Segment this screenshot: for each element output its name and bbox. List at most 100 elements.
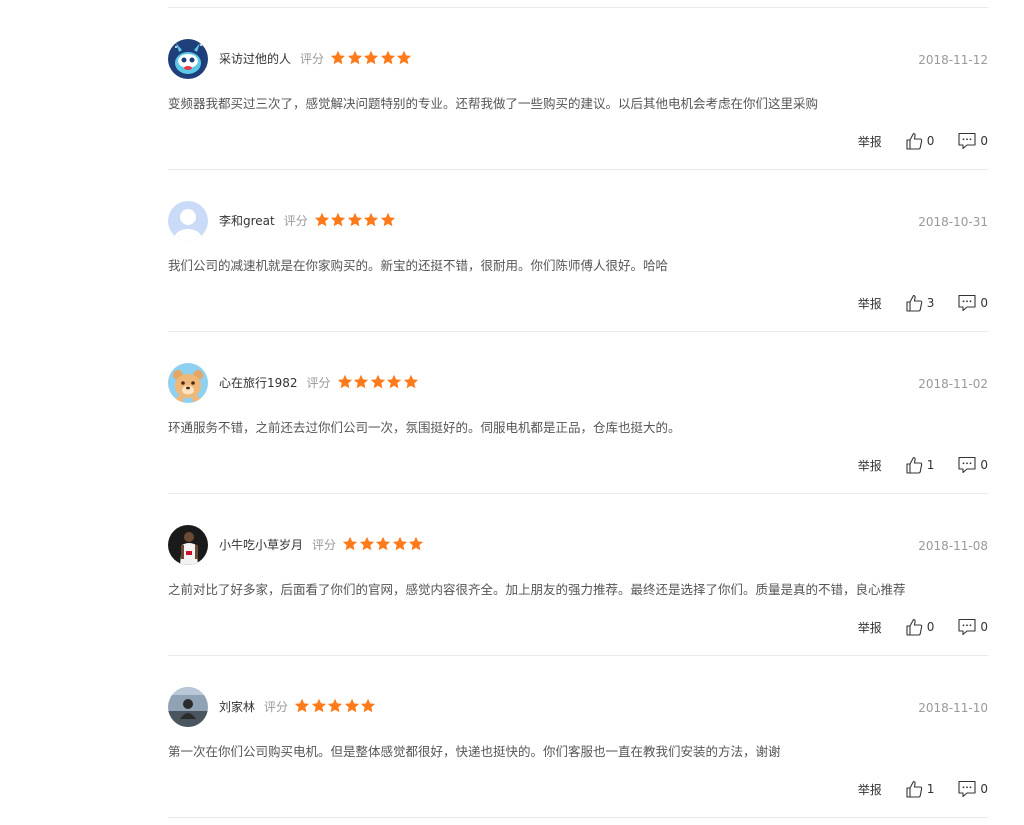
like-button[interactable]: 1 — [901, 780, 935, 798]
user-avatar[interactable] — [168, 363, 208, 403]
like-count: 0 — [926, 134, 935, 148]
report-button[interactable]: 举报 — [858, 619, 882, 636]
review-item: 心在旅行1982 评分 2018-11-02 环通服务不错，之前还去过你们公司一次，氛… — [168, 332, 988, 494]
score-label: 评分 — [283, 214, 308, 228]
user-name[interactable]: 采访过他的人 — [219, 50, 291, 67]
star-icon — [337, 374, 352, 389]
user-name[interactable]: 小牛吃小草岁月 — [219, 536, 303, 553]
rating-stars — [337, 374, 420, 390]
star-icon — [392, 536, 407, 551]
report-button[interactable]: 举报 — [858, 295, 882, 312]
rating-stars — [314, 212, 397, 228]
user-avatar[interactable] — [168, 39, 208, 79]
user-name[interactable]: 李和great — [219, 212, 275, 229]
star-icon — [380, 212, 395, 227]
like-count: 0 — [926, 620, 935, 634]
like-button[interactable]: 3 — [901, 294, 935, 312]
star-icon — [294, 698, 310, 713]
reply-count: 0 — [980, 782, 988, 796]
rating-stars — [342, 536, 425, 552]
review-date: 2018-11-12 — [918, 53, 988, 67]
reply-button[interactable]: 0 — [954, 780, 988, 798]
review-item: 采访过他的人 评分 2018-11-12 变频器我都买过三次了，感觉解决问题特别的专业… — [168, 8, 988, 170]
star-icon — [364, 212, 379, 227]
like-count: 1 — [926, 782, 935, 796]
user-name[interactable]: 心在旅行1982 — [219, 374, 298, 391]
review-content: 变频器我都买过三次了，感觉解决问题特别的专业。还帮我做了一些购买的建议。以后其他… — [168, 96, 819, 111]
comment-icon — [958, 132, 976, 150]
comment-icon — [958, 294, 976, 312]
reply-count: 0 — [980, 296, 988, 310]
review-content: 第一次在你们公司购买电机。但是整体感觉都很好，快递也挺快的。你们客服也一直在教我… — [168, 744, 781, 759]
star-icon — [331, 212, 346, 227]
rating-stars — [294, 698, 377, 714]
user-avatar[interactable] — [168, 687, 208, 727]
star-icon — [363, 50, 379, 65]
score-label: 评分 — [306, 376, 331, 390]
star-icon — [408, 536, 424, 551]
star-icon — [344, 698, 359, 713]
review-content: 之前对比了好多家，后面看了你们的官网，感觉内容很齐全。加上朋友的强力推荐。最终还… — [168, 582, 906, 597]
thumbs-up-icon — [905, 132, 923, 150]
review-date: 2018-11-10 — [918, 701, 988, 715]
reply-button[interactable]: 0 — [954, 618, 988, 636]
star-icon — [403, 374, 418, 389]
like-count: 3 — [926, 296, 935, 310]
rating-stars — [330, 50, 413, 66]
user-avatar[interactable] — [168, 525, 208, 565]
comment-icon — [958, 456, 976, 474]
review-list: 采访过他的人 评分 2018-11-12 变频器我都买过三次了，感觉解决问题特别的专业… — [168, 0, 988, 818]
star-icon — [314, 212, 329, 227]
star-icon — [375, 536, 391, 551]
like-count: 1 — [926, 458, 935, 472]
thumbs-up-icon — [905, 294, 923, 312]
report-button[interactable]: 举报 — [858, 781, 882, 798]
review-item: 小牛吃小草岁月 评分 2018-11-08 之前对比了好多家，后面看了你们的官网，感觉… — [168, 494, 988, 656]
review-actions: 举报 0 0 — [858, 131, 988, 151]
reply-button[interactable]: 0 — [954, 294, 988, 312]
comment-icon — [958, 618, 976, 636]
report-button[interactable]: 举报 — [858, 457, 882, 474]
reply-count: 0 — [980, 134, 988, 148]
thumbs-up-icon — [905, 780, 923, 798]
reply-count: 0 — [980, 620, 988, 634]
review-date: 2018-10-31 — [918, 215, 988, 229]
reply-button[interactable]: 0 — [954, 132, 988, 150]
thumbs-up-icon — [905, 456, 923, 474]
review-content: 我们公司的减速机就是在你家购买的。新宝的还挺不错，很耐用。你们陈师傅人很好。哈哈 — [168, 258, 669, 273]
star-icon — [347, 212, 362, 227]
star-icon — [386, 374, 402, 389]
review-content: 环通服务不错，之前还去过你们公司一次，氛围挺好的。伺服电机都是正品，仓库也挺大的… — [168, 420, 681, 435]
review-actions: 举报 1 0 — [858, 779, 988, 799]
score-label: 评分 — [300, 52, 325, 66]
star-icon — [311, 698, 326, 713]
like-button[interactable]: 0 — [901, 618, 935, 636]
star-icon — [347, 50, 362, 65]
user-name[interactable]: 刘家林 — [219, 698, 255, 715]
thumbs-up-icon — [905, 618, 923, 636]
score-label: 评分 — [264, 700, 289, 714]
review-item: 李和great 评分 2018-10-31 我们公司的减速机就是在你家购买的。新宝的还… — [168, 170, 988, 332]
review-actions: 举报 0 0 — [858, 617, 988, 637]
reviews-container: 采访过他的人 评分 2018-11-12 变频器我都买过三次了，感觉解决问题特别的专业… — [168, 8, 988, 818]
like-button[interactable]: 1 — [901, 456, 935, 474]
star-icon — [342, 536, 358, 551]
review-actions: 举报 1 0 — [858, 455, 988, 475]
star-icon — [353, 374, 369, 389]
review-date: 2018-11-02 — [918, 377, 988, 391]
like-button[interactable]: 0 — [901, 132, 935, 150]
user-avatar[interactable] — [168, 201, 208, 241]
star-icon — [359, 536, 374, 551]
star-icon — [396, 50, 412, 65]
score-label: 评分 — [312, 538, 337, 552]
reply-button[interactable]: 0 — [954, 456, 988, 474]
star-icon — [380, 50, 395, 65]
report-button[interactable]: 举报 — [858, 133, 882, 150]
star-icon — [370, 374, 385, 389]
star-icon — [360, 698, 376, 713]
review-item: 刘家林 评分 2018-11-10 第一次在你们公司购买电机。但是整体感觉都很好，快递… — [168, 656, 988, 818]
review-date: 2018-11-08 — [918, 539, 988, 553]
star-icon — [327, 698, 343, 713]
review-actions: 举报 3 0 — [858, 293, 988, 313]
reply-count: 0 — [980, 458, 988, 472]
